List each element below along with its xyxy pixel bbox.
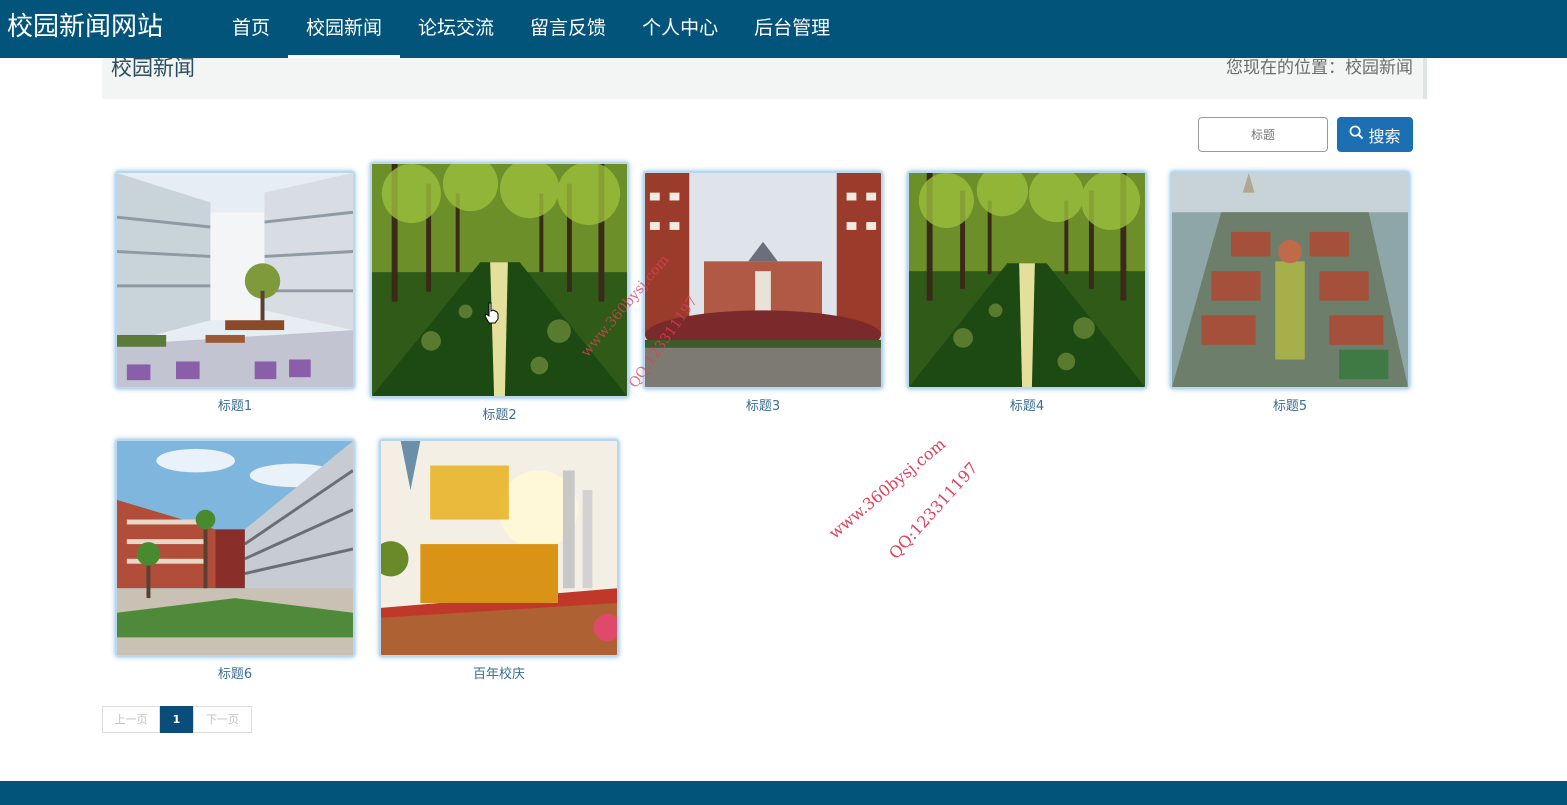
- news-title[interactable]: 标题4: [907, 395, 1147, 414]
- nav-personal-center[interactable]: 个人中心: [624, 0, 736, 58]
- news-card[interactable]: 标题2: [370, 162, 629, 424]
- news-title[interactable]: 标题2: [370, 404, 629, 423]
- news-image-tree-road[interactable]: [907, 171, 1147, 389]
- site-title[interactable]: 校园新闻网站: [7, 10, 163, 44]
- search-button-label: 搜索: [1368, 126, 1401, 146]
- news-title[interactable]: 标题1: [115, 395, 355, 414]
- footer-bar: [0, 781, 1567, 805]
- nav-forum[interactable]: 论坛交流: [400, 0, 512, 58]
- news-title[interactable]: 标题5: [1170, 395, 1410, 414]
- pagination: 上一页 1 下一页: [102, 706, 252, 733]
- news-title[interactable]: 百年校庆: [379, 663, 619, 682]
- watermark-site: www.360bysj.com: [825, 434, 950, 543]
- watermark-qq: QQ:123311197: [885, 458, 982, 563]
- page-title: 校园新闻: [111, 56, 195, 80]
- search-button[interactable]: 搜索: [1337, 117, 1413, 152]
- nav-admin[interactable]: 后台管理: [736, 0, 848, 58]
- news-card[interactable]: 标题1: [115, 171, 355, 416]
- news-image-school-gate[interactable]: [643, 171, 883, 389]
- breadcrumb-bar: 校园新闻 您现在的位置：校园新闻: [102, 58, 1427, 99]
- news-image-courtyard[interactable]: [115, 171, 355, 389]
- news-card[interactable]: 标题3: [643, 171, 883, 416]
- prev-page-button[interactable]: 上一页: [102, 706, 160, 733]
- search-input[interactable]: [1198, 117, 1328, 152]
- news-card[interactable]: 标题4: [907, 171, 1147, 416]
- news-title[interactable]: 标题3: [643, 395, 883, 414]
- main-nav: 首页 校园新闻 论坛交流 留言反馈 个人中心 后台管理: [214, 0, 848, 58]
- news-image-anniversary[interactable]: [379, 439, 619, 657]
- nav-campus-news[interactable]: 校园新闻: [288, 0, 401, 58]
- news-card[interactable]: 标题6: [115, 439, 355, 684]
- page-1-button[interactable]: 1: [160, 706, 193, 733]
- hand-cursor-icon: [484, 302, 500, 324]
- news-card[interactable]: 标题5: [1170, 171, 1410, 416]
- nav-feedback[interactable]: 留言反馈: [512, 0, 624, 58]
- search-icon: [1349, 125, 1364, 144]
- news-image-aerial-campus[interactable]: [1170, 171, 1410, 389]
- news-image-curved-building[interactable]: [115, 439, 355, 657]
- nav-home[interactable]: 首页: [214, 0, 288, 58]
- news-image-tree-road[interactable]: [370, 162, 629, 398]
- next-page-button[interactable]: 下一页: [193, 706, 252, 733]
- news-title[interactable]: 标题6: [115, 663, 355, 682]
- news-card[interactable]: 百年校庆: [379, 439, 619, 684]
- breadcrumb: 您现在的位置：校园新闻: [1226, 58, 1413, 78]
- top-nav-bar: 校园新闻网站 首页 校园新闻 论坛交流 留言反馈 个人中心 后台管理: [0, 0, 1567, 58]
